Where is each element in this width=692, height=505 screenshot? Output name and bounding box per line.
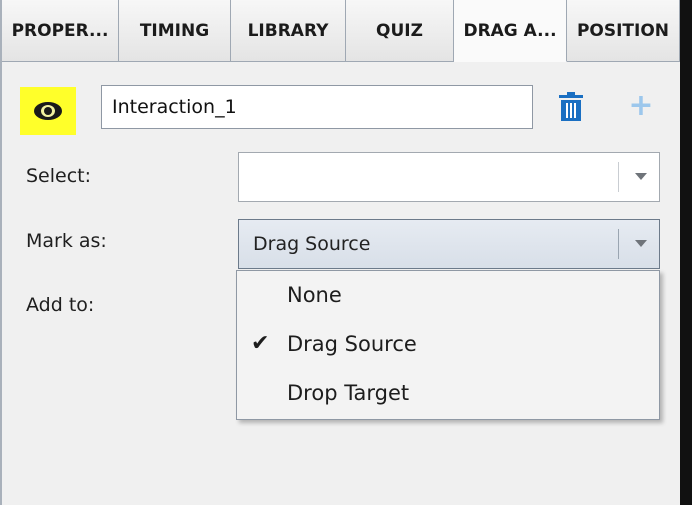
trash-icon[interactable]: [557, 92, 585, 122]
drag-drop-panel: PROPER... TIMING LIBRARY QUIZ DRAG A... …: [0, 0, 682, 505]
visibility-toggle[interactable]: [20, 87, 76, 135]
checkmark-icon: ✔: [251, 331, 270, 356]
chevron-down-icon: [635, 240, 647, 247]
option-label: Drop Target: [287, 381, 410, 405]
tab-quiz[interactable]: QUIZ: [346, 0, 454, 61]
select-separator: [618, 162, 619, 192]
window-edge: [680, 0, 692, 505]
tab-position[interactable]: POSITION: [567, 0, 680, 61]
plus-icon[interactable]: +: [626, 91, 656, 121]
tab-properties[interactable]: PROPER...: [2, 0, 119, 61]
mark-as-dropdown[interactable]: Drag Source: [238, 219, 660, 269]
mark-as-value: Drag Source: [253, 233, 371, 255]
option-drop-target[interactable]: Drop Target: [237, 371, 659, 419]
option-label: None: [287, 283, 342, 307]
panel-tab-bar: PROPER... TIMING LIBRARY QUIZ DRAG A... …: [2, 0, 682, 62]
option-none[interactable]: None: [237, 273, 659, 321]
mark-as-options-list: None ✔ Drag Source Drop Target: [236, 270, 660, 420]
tab-timing[interactable]: TIMING: [119, 0, 231, 61]
tab-drag-and-drop[interactable]: DRAG A...: [454, 0, 567, 62]
interaction-name-input[interactable]: [101, 85, 533, 129]
tab-library[interactable]: LIBRARY: [231, 0, 346, 61]
select-dropdown[interactable]: [238, 152, 660, 202]
mark-as-separator: [618, 229, 619, 259]
eye-icon: [34, 102, 62, 120]
chevron-down-icon: [635, 173, 647, 180]
option-label: Drag Source: [287, 332, 417, 356]
add-to-label: Add to:: [26, 294, 95, 316]
mark-as-label: Mark as:: [26, 230, 107, 252]
select-label: Select:: [26, 165, 92, 187]
option-drag-source[interactable]: ✔ Drag Source: [237, 322, 659, 370]
